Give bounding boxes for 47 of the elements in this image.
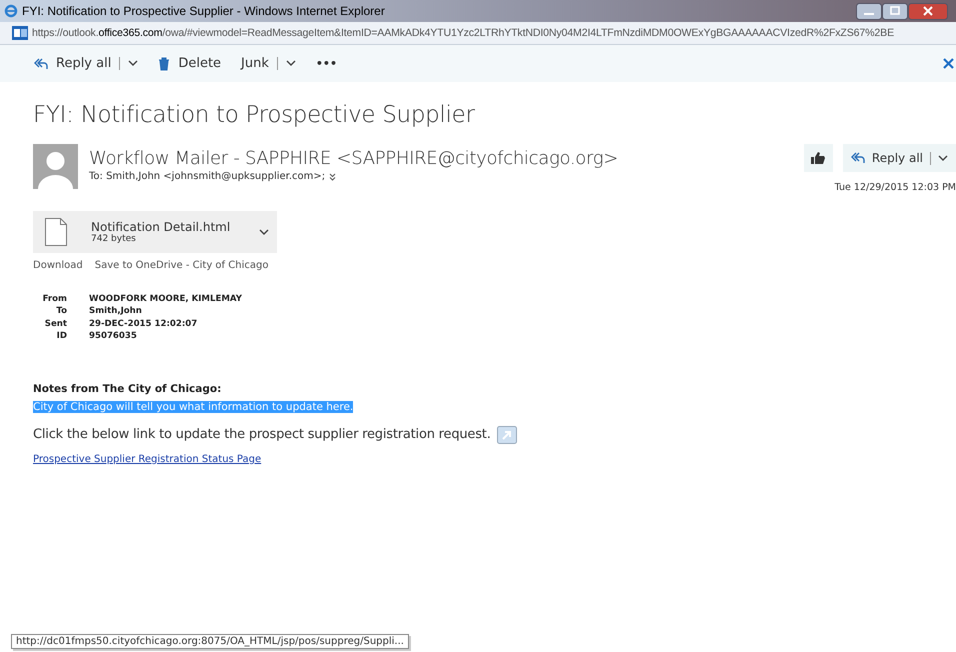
reply-button[interactable]: Reply all bbox=[34, 56, 112, 71]
outlook-icon bbox=[12, 26, 28, 40]
chevron-down-icon[interactable] bbox=[128, 60, 138, 67]
junk-button[interactable]: Junk bbox=[241, 56, 269, 71]
window-title: FYI: Notification to Prospective Supplier - Windows Internet Explorer bbox=[22, 4, 386, 18]
attachment-card[interactable]: Notification Detail.html 742 bytes bbox=[33, 211, 277, 253]
detail-value: Smith,John bbox=[89, 305, 143, 318]
like-button[interactable] bbox=[804, 144, 833, 172]
chevron-down-icon[interactable] bbox=[938, 154, 948, 162]
message-date: Tue 12/29/2015 12:03 PM bbox=[834, 182, 956, 193]
status-page-link[interactable]: Prospective Supplier Registration Status Page bbox=[33, 454, 262, 465]
attachment-size: 742 bytes bbox=[91, 234, 137, 244]
reply-all-icon bbox=[850, 151, 865, 165]
file-icon bbox=[45, 218, 67, 246]
maximize-button[interactable] bbox=[882, 2, 908, 20]
chevron-down-icon[interactable] bbox=[259, 228, 269, 236]
url-text: https://outlook.office365.com/owa/#viewmodel=ReadMessageItem&ItemID=AAMkADk4YTU1Yzc2LTRhYTktNDI0Ny04M2I4LTFmNzdiMDM0OWExYgBGAAAAAACVIzedR%2FxZS67%2BE bbox=[32, 27, 894, 39]
sender-name: Workflow Mailer - SAPPHIRE <SAPPHIRE@cityofchicago.org> bbox=[89, 148, 620, 169]
minimize-button[interactable] bbox=[856, 2, 882, 20]
chevron-down-icon[interactable] bbox=[286, 60, 296, 67]
thumbs-up-icon bbox=[811, 152, 826, 164]
reply-all-icon bbox=[34, 56, 48, 70]
message-subject: FYI: Notification to Prospective Supplier bbox=[33, 102, 476, 128]
detail-label: ID bbox=[56, 330, 67, 343]
attachment-action-link[interactable]: Save to OneDrive - City of Chicago bbox=[94, 260, 268, 271]
detail-value: 95076035 bbox=[89, 330, 138, 343]
expand-icon[interactable] bbox=[329, 172, 336, 180]
reply-all-button[interactable]: Reply all bbox=[842, 144, 956, 172]
recipient-text: To: Smith,John <johnsmith@upksupplier.com>; bbox=[89, 171, 326, 182]
notes-heading: Notes from The City of Chicago: bbox=[33, 382, 222, 395]
status-url-tooltip: http://dc01fmps50.cityofchicago.org:8075/OA_HTML/jsp/pos/suppreg/Suppli... bbox=[11, 634, 409, 649]
attachment-name: Notification Detail.html bbox=[91, 220, 230, 234]
close-icon[interactable] bbox=[943, 58, 954, 69]
attachment-action-link[interactable]: Download bbox=[33, 260, 83, 271]
address-bar[interactable]: https://outlook.office365.com/owa/#viewmodel=ReadMessageItem&ItemID=AAMkADk4YTU1Yzc2LTRhYTktNDI0Ny04M2I4LTFmNzdiMDM0OWExYgBGAAAAAACVIzedR%2FxZS67%2BE bbox=[0, 22, 956, 45]
delete-button[interactable]: Delete bbox=[158, 56, 222, 71]
close-button[interactable] bbox=[908, 2, 948, 20]
notes-text: City of Chicago will tell you what information to update here. bbox=[33, 400, 354, 413]
trash-icon bbox=[158, 56, 170, 70]
detail-label: Sent bbox=[44, 318, 67, 330]
instruction-text: Click the below link to update the prospect supplier registration request. bbox=[33, 427, 491, 442]
detail-label: To bbox=[55, 305, 67, 318]
detail-value: 29-DEC-2015 12:02:07 bbox=[89, 318, 198, 330]
browser-icon bbox=[4, 4, 18, 18]
detail-label: From bbox=[42, 293, 67, 306]
more-button[interactable]: ••• bbox=[316, 57, 337, 70]
detail-value: WOODFORK MOORE, KIMLEMAY bbox=[89, 293, 242, 306]
